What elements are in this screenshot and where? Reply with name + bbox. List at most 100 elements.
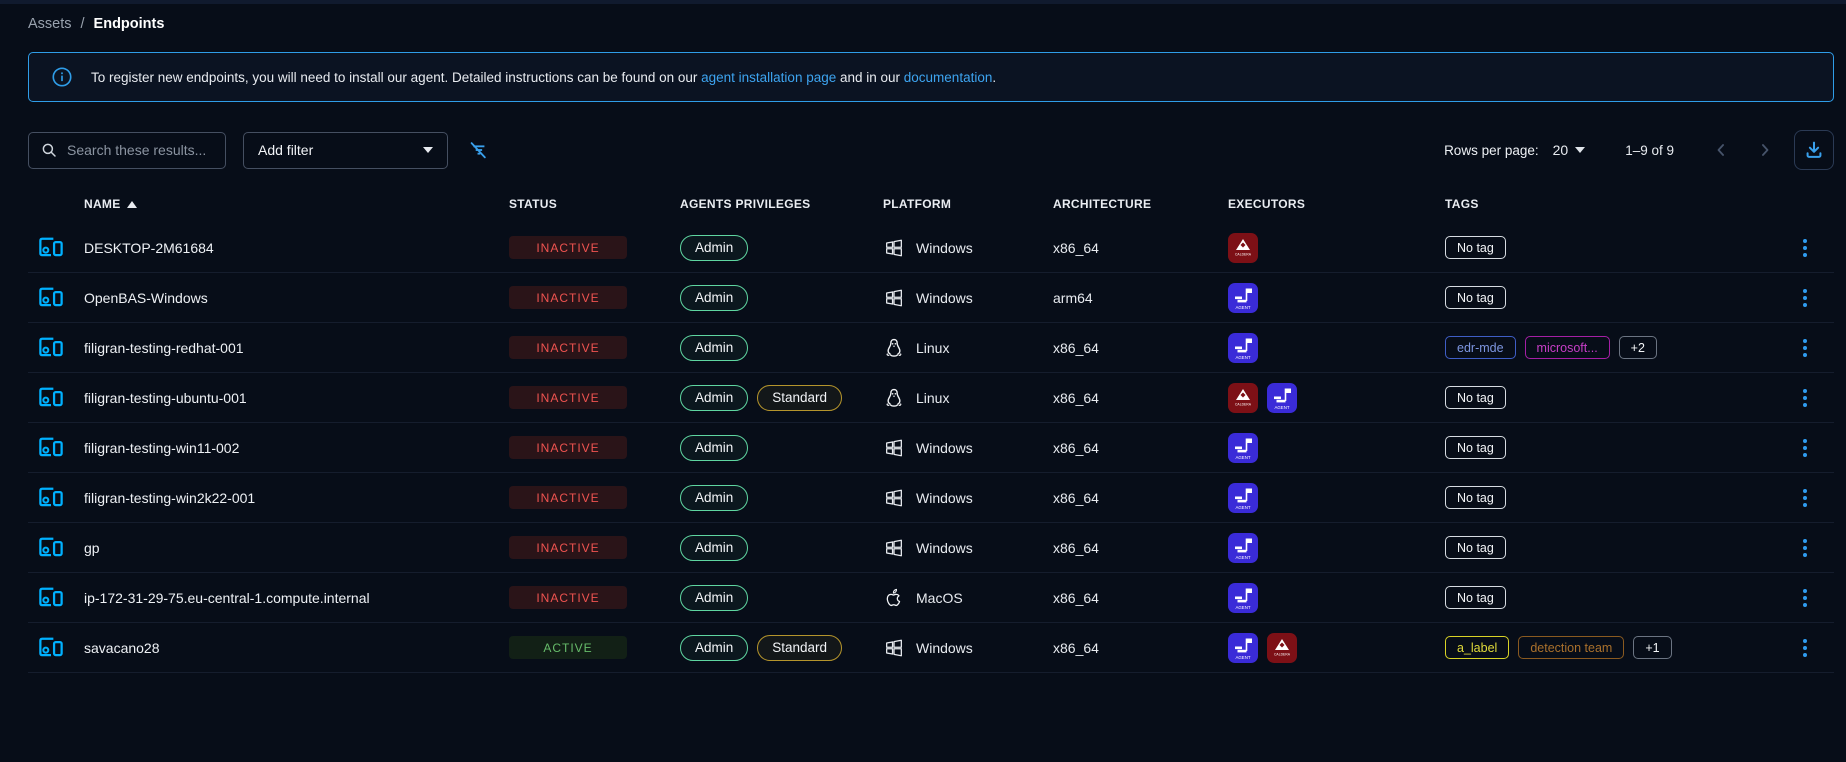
endpoint-name: gp	[84, 540, 509, 556]
row-actions-menu-button[interactable]	[1797, 233, 1813, 263]
svg-text:AGENT: AGENT	[1274, 405, 1289, 410]
tag-chip: No tag	[1445, 536, 1506, 559]
header-executors[interactable]: EXECUTORS	[1228, 197, 1445, 211]
windows-icon	[883, 287, 905, 309]
tag-chip: No tag	[1445, 236, 1506, 259]
platform: Linux	[883, 337, 1053, 359]
tags: edr-mdemicrosoft...+2	[1445, 336, 1775, 359]
platform-label: Windows	[916, 640, 973, 656]
search-input[interactable]	[67, 142, 214, 158]
breadcrumb-assets-link[interactable]: Assets	[28, 16, 72, 32]
rows-per-page-select[interactable]: 20	[1553, 142, 1586, 158]
tags: No tag	[1445, 486, 1775, 509]
platform: Windows	[883, 487, 1053, 509]
chevron-down-icon	[423, 147, 433, 153]
endpoint-row[interactable]: gpINACTIVEAdmin Windowsx86_64 AGENT No t…	[28, 523, 1834, 573]
row-actions-menu-button[interactable]	[1797, 633, 1813, 663]
platform-label: Linux	[916, 390, 949, 406]
openbas-agent-executor-icon: AGENT	[1228, 283, 1258, 313]
header-agents-privileges[interactable]: AGENTS PRIVILEGES	[680, 197, 883, 211]
info-icon	[51, 66, 73, 88]
banner-text-after: .	[992, 70, 996, 85]
header-architecture[interactable]: ARCHITECTURE	[1053, 197, 1228, 211]
endpoint-devices-icon	[36, 435, 84, 461]
agents-privileges: Admin Standard	[680, 385, 883, 411]
add-filter-label: Add filter	[258, 142, 313, 158]
platform: Windows	[883, 437, 1053, 459]
endpoint-devices-icon	[36, 485, 84, 511]
windows-icon	[883, 537, 905, 559]
endpoint-devices-icon	[36, 235, 84, 261]
agent-installation-page-link[interactable]: agent installation page	[701, 70, 836, 85]
add-filter-select[interactable]: Add filter	[243, 132, 448, 169]
search-box[interactable]	[28, 132, 226, 169]
endpoint-row[interactable]: savacano28ACTIVEAdminStandard Windowsx86…	[28, 623, 1834, 673]
caldera-executor-icon: CALDERA	[1228, 233, 1258, 263]
row-actions-menu-button[interactable]	[1797, 333, 1813, 363]
privilege-chip: Admin	[680, 385, 748, 411]
chevron-down-icon	[1575, 147, 1585, 153]
previous-page-button[interactable]	[1706, 135, 1736, 165]
svg-text:AGENT: AGENT	[1235, 355, 1250, 360]
caldera-executor-icon: CALDERA	[1228, 383, 1258, 413]
privilege-chip: Standard	[757, 385, 842, 411]
header-tags[interactable]: TAGS	[1445, 197, 1775, 211]
tags: No tag	[1445, 536, 1775, 559]
header-status[interactable]: STATUS	[509, 197, 680, 211]
next-page-button[interactable]	[1750, 135, 1780, 165]
search-icon	[40, 141, 58, 159]
endpoint-row[interactable]: filigran-testing-redhat-001INACTIVEAdmin…	[28, 323, 1834, 373]
svg-text:AGENT: AGENT	[1235, 305, 1250, 310]
status-badge: INACTIVE	[509, 236, 627, 259]
rows-per-page-value: 20	[1553, 142, 1569, 158]
platform-label: Windows	[916, 490, 973, 506]
openbas-agent-executor-icon: AGENT	[1228, 633, 1258, 663]
status-badge: INACTIVE	[509, 336, 627, 359]
platform: Windows	[883, 237, 1053, 259]
banner-text-before: To register new endpoints, you will need…	[91, 70, 701, 85]
architecture: x86_64	[1053, 340, 1228, 356]
endpoint-devices-icon	[36, 535, 84, 561]
header-name-label: NAME	[84, 197, 121, 211]
endpoint-row[interactable]: ip-172-31-29-75.eu-central-1.compute.int…	[28, 573, 1834, 623]
executors: AGENT	[1228, 333, 1445, 363]
svg-text:CALDERA: CALDERA	[1235, 252, 1252, 256]
tag-chip: microsoft...	[1525, 336, 1610, 359]
row-actions-menu-button[interactable]	[1797, 483, 1813, 513]
openbas-agent-executor-icon: AGENT	[1228, 533, 1258, 563]
header-platform[interactable]: PLATFORM	[883, 197, 1053, 211]
endpoint-row[interactable]: filigran-testing-win11-002INACTIVEAdmin …	[28, 423, 1834, 473]
privilege-chip: Admin	[680, 535, 748, 561]
tag-chip: No tag	[1445, 586, 1506, 609]
breadcrumb-endpoints: Endpoints	[94, 16, 165, 32]
documentation-link[interactable]: documentation	[904, 70, 993, 85]
row-actions-menu-button[interactable]	[1797, 283, 1813, 313]
row-actions-menu-button[interactable]	[1797, 583, 1813, 613]
endpoint-row[interactable]: OpenBAS-WindowsINACTIVEAdmin Windowsarm6…	[28, 273, 1834, 323]
svg-text:AGENT: AGENT	[1235, 605, 1250, 610]
tags: No tag	[1445, 586, 1775, 609]
executors: AGENT	[1228, 483, 1445, 513]
endpoint-row[interactable]: DESKTOP-2M61684INACTIVEAdmin Windowsx86_…	[28, 223, 1834, 273]
row-actions-menu-button[interactable]	[1797, 533, 1813, 563]
endpoint-name: OpenBAS-Windows	[84, 290, 509, 306]
windows-icon	[883, 637, 905, 659]
status-badge: INACTIVE	[509, 586, 627, 609]
linux-icon	[883, 387, 905, 409]
header-name[interactable]: NAME	[84, 197, 509, 211]
clear-filters-button[interactable]	[463, 135, 493, 165]
endpoint-row[interactable]: filigran-testing-win2k22-001INACTIVEAdmi…	[28, 473, 1834, 523]
top-app-bar-edge	[0, 0, 1846, 4]
privilege-chip: Admin	[680, 635, 748, 661]
export-download-button[interactable]	[1794, 130, 1834, 170]
row-actions-menu-button[interactable]	[1797, 433, 1813, 463]
endpoint-row[interactable]: filigran-testing-ubuntu-001INACTIVEAdmin…	[28, 373, 1834, 423]
row-actions-menu-button[interactable]	[1797, 383, 1813, 413]
openbas-agent-executor-icon: AGENT	[1228, 333, 1258, 363]
architecture: x86_64	[1053, 640, 1228, 656]
platform: MacOS	[883, 587, 1053, 609]
executors: AGENT CALDERA	[1228, 633, 1445, 663]
architecture: x86_64	[1053, 240, 1228, 256]
tag-chip: +1	[1633, 636, 1671, 659]
agent-install-info-banner: To register new endpoints, you will need…	[28, 52, 1834, 102]
